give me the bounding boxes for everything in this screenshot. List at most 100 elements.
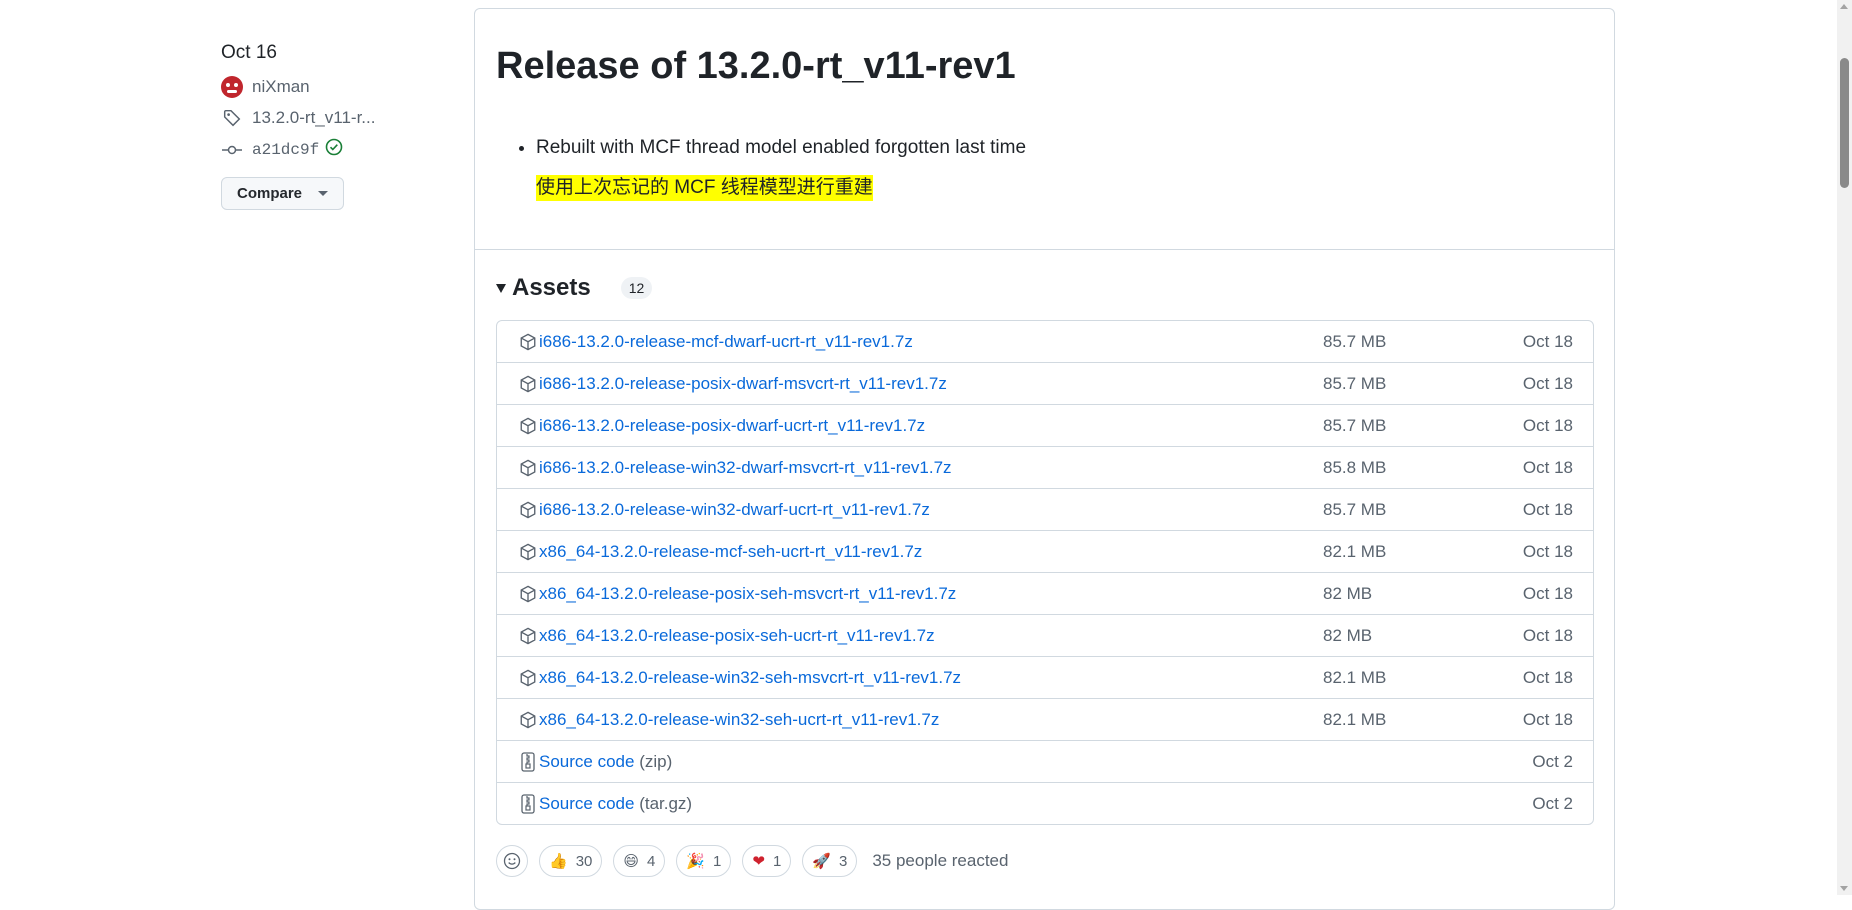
asset-link[interactable]: i686-13.2.0-release-mcf-dwarf-ucrt-rt_v1… bbox=[539, 332, 1323, 352]
asset-link[interactable]: x86_64-13.2.0-release-win32-seh-ucrt-rt_… bbox=[539, 710, 1323, 730]
asset-link[interactable]: x86_64-13.2.0-release-win32-seh-msvcrt-r… bbox=[539, 668, 1323, 688]
asset-size: 85.7 MB bbox=[1323, 373, 1387, 393]
reactions-summary[interactable]: 35 people reacted bbox=[872, 851, 1008, 871]
package-icon bbox=[517, 711, 539, 729]
tag-name[interactable]: 13.2.0-rt_v11-r... bbox=[252, 108, 375, 128]
tag-row[interactable]: 13.2.0-rt_v11-r... bbox=[221, 108, 461, 128]
asset-row[interactable]: i686-13.2.0-release-posix-dwarf-ucrt-rt_… bbox=[497, 404, 1593, 446]
source-row[interactable]: Source code (tar.gz) Oct 2 bbox=[497, 782, 1593, 824]
add-reaction-button[interactable] bbox=[496, 845, 528, 877]
package-icon bbox=[517, 501, 539, 519]
file-zip-icon bbox=[517, 793, 539, 814]
author-row[interactable]: niXman bbox=[221, 76, 461, 98]
avatar[interactable] bbox=[221, 76, 243, 98]
reaction-count: 4 bbox=[647, 852, 656, 870]
reaction-laugh[interactable]: 😄 4 bbox=[613, 845, 666, 877]
source-ext[interactable]: (zip) bbox=[639, 752, 672, 771]
package-icon bbox=[517, 417, 539, 435]
scroll-up-icon[interactable] bbox=[1840, 4, 1848, 9]
scroll-down-icon[interactable] bbox=[1840, 886, 1848, 891]
assets-toggle[interactable]: Assets 12 bbox=[496, 274, 1614, 302]
release-title[interactable]: Release of 13.2.0-rt_v11-rev1 bbox=[496, 45, 1594, 88]
package-icon bbox=[517, 543, 539, 561]
asset-row[interactable]: i686-13.2.0-release-win32-dwarf-msvcrt-r… bbox=[497, 446, 1593, 488]
tag-icon bbox=[221, 109, 243, 127]
asset-link[interactable]: x86_64-13.2.0-release-posix-seh-ucrt-rt_… bbox=[539, 626, 1323, 646]
package-icon bbox=[517, 585, 539, 603]
asset-link[interactable]: i686-13.2.0-release-posix-dwarf-ucrt-rt_… bbox=[539, 416, 1323, 436]
source-label[interactable]: Source code bbox=[539, 794, 634, 813]
package-icon bbox=[517, 669, 539, 687]
release-date: Oct 16 bbox=[221, 42, 277, 63]
release-meta: Oct 16 niXman 13.2.0-rt_v11-r... a21dc9f… bbox=[221, 42, 461, 210]
source-date: Oct 2 bbox=[1532, 793, 1573, 813]
reaction-hooray[interactable]: 🎉 1 bbox=[676, 845, 732, 877]
asset-date: Oct 18 bbox=[1522, 583, 1573, 603]
source-link[interactable]: Source code (zip) bbox=[539, 752, 1453, 772]
commit-row[interactable]: a21dc9f bbox=[221, 138, 461, 161]
disclosure-triangle-icon bbox=[496, 283, 506, 293]
compare-button[interactable]: Compare bbox=[221, 177, 345, 210]
reaction-rocket[interactable]: 🚀 3 bbox=[802, 845, 858, 877]
asset-size: 82.1 MB bbox=[1323, 709, 1387, 729]
asset-size: 85.7 MB bbox=[1323, 415, 1387, 435]
source-date: Oct 2 bbox=[1532, 751, 1573, 771]
asset-link[interactable]: i686-13.2.0-release-win32-dwarf-ucrt-rt_… bbox=[539, 500, 1323, 520]
asset-size: 82 MB bbox=[1323, 625, 1373, 645]
verified-check-icon[interactable] bbox=[325, 138, 343, 161]
release-body: Release of 13.2.0-rt_v11-rev1 Rebuilt wi… bbox=[475, 9, 1614, 250]
reaction-thumbs-up[interactable]: 👍 30 bbox=[539, 845, 603, 877]
asset-row[interactable]: i686-13.2.0-release-win32-dwarf-ucrt-rt_… bbox=[497, 488, 1593, 530]
asset-row[interactable]: i686-13.2.0-release-posix-dwarf-msvcrt-r… bbox=[497, 362, 1593, 404]
source-label[interactable]: Source code bbox=[539, 752, 634, 771]
asset-link[interactable]: x86_64-13.2.0-release-posix-seh-msvcrt-r… bbox=[539, 584, 1323, 604]
asset-link[interactable]: i686-13.2.0-release-posix-dwarf-msvcrt-r… bbox=[539, 374, 1323, 394]
release-note-item: Rebuilt with MCF thread model enabled fo… bbox=[536, 128, 1594, 208]
asset-row[interactable]: x86_64-13.2.0-release-posix-seh-ucrt-rt_… bbox=[497, 614, 1593, 656]
asset-date: Oct 18 bbox=[1522, 331, 1573, 351]
asset-date: Oct 18 bbox=[1522, 625, 1573, 645]
thumbs-up-icon: 👍 bbox=[549, 853, 568, 870]
author-name[interactable]: niXman bbox=[252, 77, 310, 97]
smiley-icon bbox=[503, 852, 521, 870]
asset-size: 82.1 MB bbox=[1323, 541, 1387, 561]
reaction-count: 30 bbox=[575, 852, 593, 870]
package-icon bbox=[517, 459, 539, 477]
page-scrollbar[interactable] bbox=[1837, 0, 1852, 895]
assets-count-badge: 12 bbox=[620, 277, 653, 299]
asset-link[interactable]: i686-13.2.0-release-win32-dwarf-msvcrt-r… bbox=[539, 458, 1323, 478]
asset-size: 82 MB bbox=[1323, 583, 1373, 603]
source-row[interactable]: Source code (zip) Oct 2 bbox=[497, 740, 1593, 782]
release-note-en: Rebuilt with MCF thread model enabled fo… bbox=[536, 137, 1027, 158]
asset-link[interactable]: x86_64-13.2.0-release-mcf-seh-ucrt-rt_v1… bbox=[539, 542, 1323, 562]
package-icon bbox=[517, 627, 539, 645]
commit-sha[interactable]: a21dc9f bbox=[252, 141, 319, 159]
laugh-icon: 😄 bbox=[623, 853, 640, 870]
asset-row[interactable]: x86_64-13.2.0-release-posix-seh-msvcrt-r… bbox=[497, 572, 1593, 614]
reaction-count: 3 bbox=[839, 852, 848, 870]
asset-row[interactable]: x86_64-13.2.0-release-mcf-seh-ucrt-rt_v1… bbox=[497, 530, 1593, 572]
reaction-heart[interactable]: ❤ 1 bbox=[742, 845, 792, 877]
asset-date: Oct 18 bbox=[1522, 541, 1573, 561]
reaction-count: 1 bbox=[713, 852, 722, 870]
asset-size: 85.8 MB bbox=[1323, 457, 1387, 477]
heart-icon: ❤ bbox=[752, 853, 765, 870]
assets-title[interactable]: Assets bbox=[512, 274, 591, 302]
source-link[interactable]: Source code (tar.gz) bbox=[539, 794, 1453, 814]
asset-row[interactable]: x86_64-13.2.0-release-win32-seh-msvcrt-r… bbox=[497, 656, 1593, 698]
compare-label: Compare bbox=[237, 185, 303, 202]
asset-date: Oct 18 bbox=[1522, 499, 1573, 519]
commit-icon bbox=[221, 144, 243, 156]
asset-date: Oct 18 bbox=[1522, 457, 1573, 477]
package-icon bbox=[517, 333, 539, 351]
asset-date: Oct 18 bbox=[1522, 667, 1573, 687]
asset-size: 82.1 MB bbox=[1323, 667, 1387, 687]
reaction-count: 1 bbox=[772, 852, 782, 870]
package-icon bbox=[517, 375, 539, 393]
asset-row[interactable]: i686-13.2.0-release-mcf-dwarf-ucrt-rt_v1… bbox=[497, 321, 1593, 362]
scroll-thumb[interactable] bbox=[1840, 58, 1849, 188]
file-zip-icon bbox=[517, 751, 539, 772]
release-notes: Rebuilt with MCF thread model enabled fo… bbox=[496, 128, 1594, 208]
source-ext[interactable]: (tar.gz) bbox=[639, 794, 692, 813]
asset-row[interactable]: x86_64-13.2.0-release-win32-seh-ucrt-rt_… bbox=[497, 698, 1593, 740]
